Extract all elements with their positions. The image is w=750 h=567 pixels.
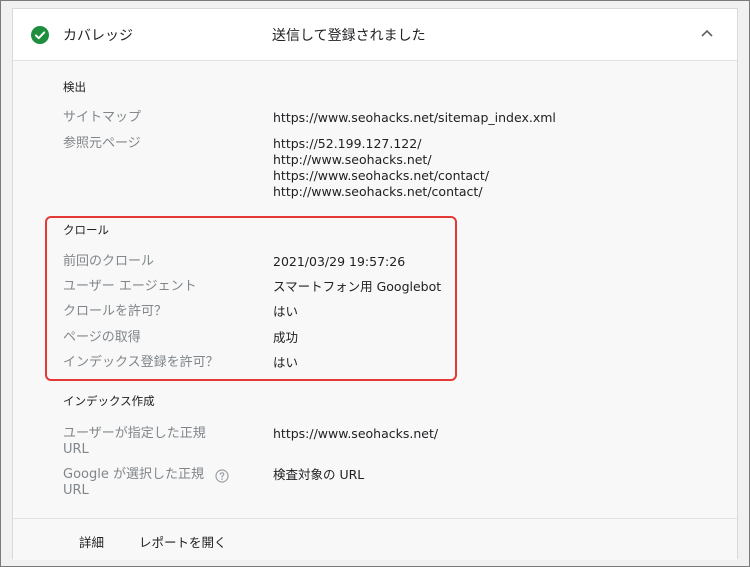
referring-page-label: 参照元ページ (63, 136, 141, 151)
user-canonical-value: https://www.seohacks.net/ (273, 426, 439, 441)
check-circle-icon (31, 26, 49, 44)
referring-page-value: https://www.seohacks.net/contact/ (273, 168, 490, 183)
coverage-title: カバレッジ (63, 28, 133, 44)
coverage-header[interactable]: カバレッジ 送信して登録されました (13, 9, 737, 61)
referring-page-value: https://52.199.127.122/ (273, 136, 422, 151)
referring-page-value: http://www.seohacks.net/contact/ (273, 184, 483, 199)
sitemap-label: サイトマップ (63, 110, 142, 125)
google-canonical-label: Google が選択した正規 URL (63, 467, 204, 498)
chevron-up-icon[interactable] (701, 29, 713, 37)
google-canonical-value: 検査対象の URL (273, 467, 365, 482)
details-button[interactable]: 詳細 (79, 532, 104, 551)
coverage-card: カバレッジ 送信して登録されました 検出 サイトマップ https://www.… (12, 8, 738, 560)
discovery-section-title: 検出 (63, 80, 86, 94)
referring-page-value: http://www.seohacks.net/ (273, 152, 432, 167)
sitemap-value: https://www.seohacks.net/sitemap_index.x… (273, 110, 556, 125)
indexing-section-title: インデックス作成 (63, 394, 155, 408)
coverage-status: 送信して登録されました (272, 28, 426, 44)
help-circle-icon[interactable] (215, 469, 229, 483)
crawl-highlight-box (45, 216, 457, 381)
open-report-button[interactable]: レポートを開く (139, 532, 227, 551)
user-canonical-label: ユーザーが指定した正規 URL (63, 426, 206, 457)
card-footer: 詳細 レポートを開く (13, 518, 737, 560)
